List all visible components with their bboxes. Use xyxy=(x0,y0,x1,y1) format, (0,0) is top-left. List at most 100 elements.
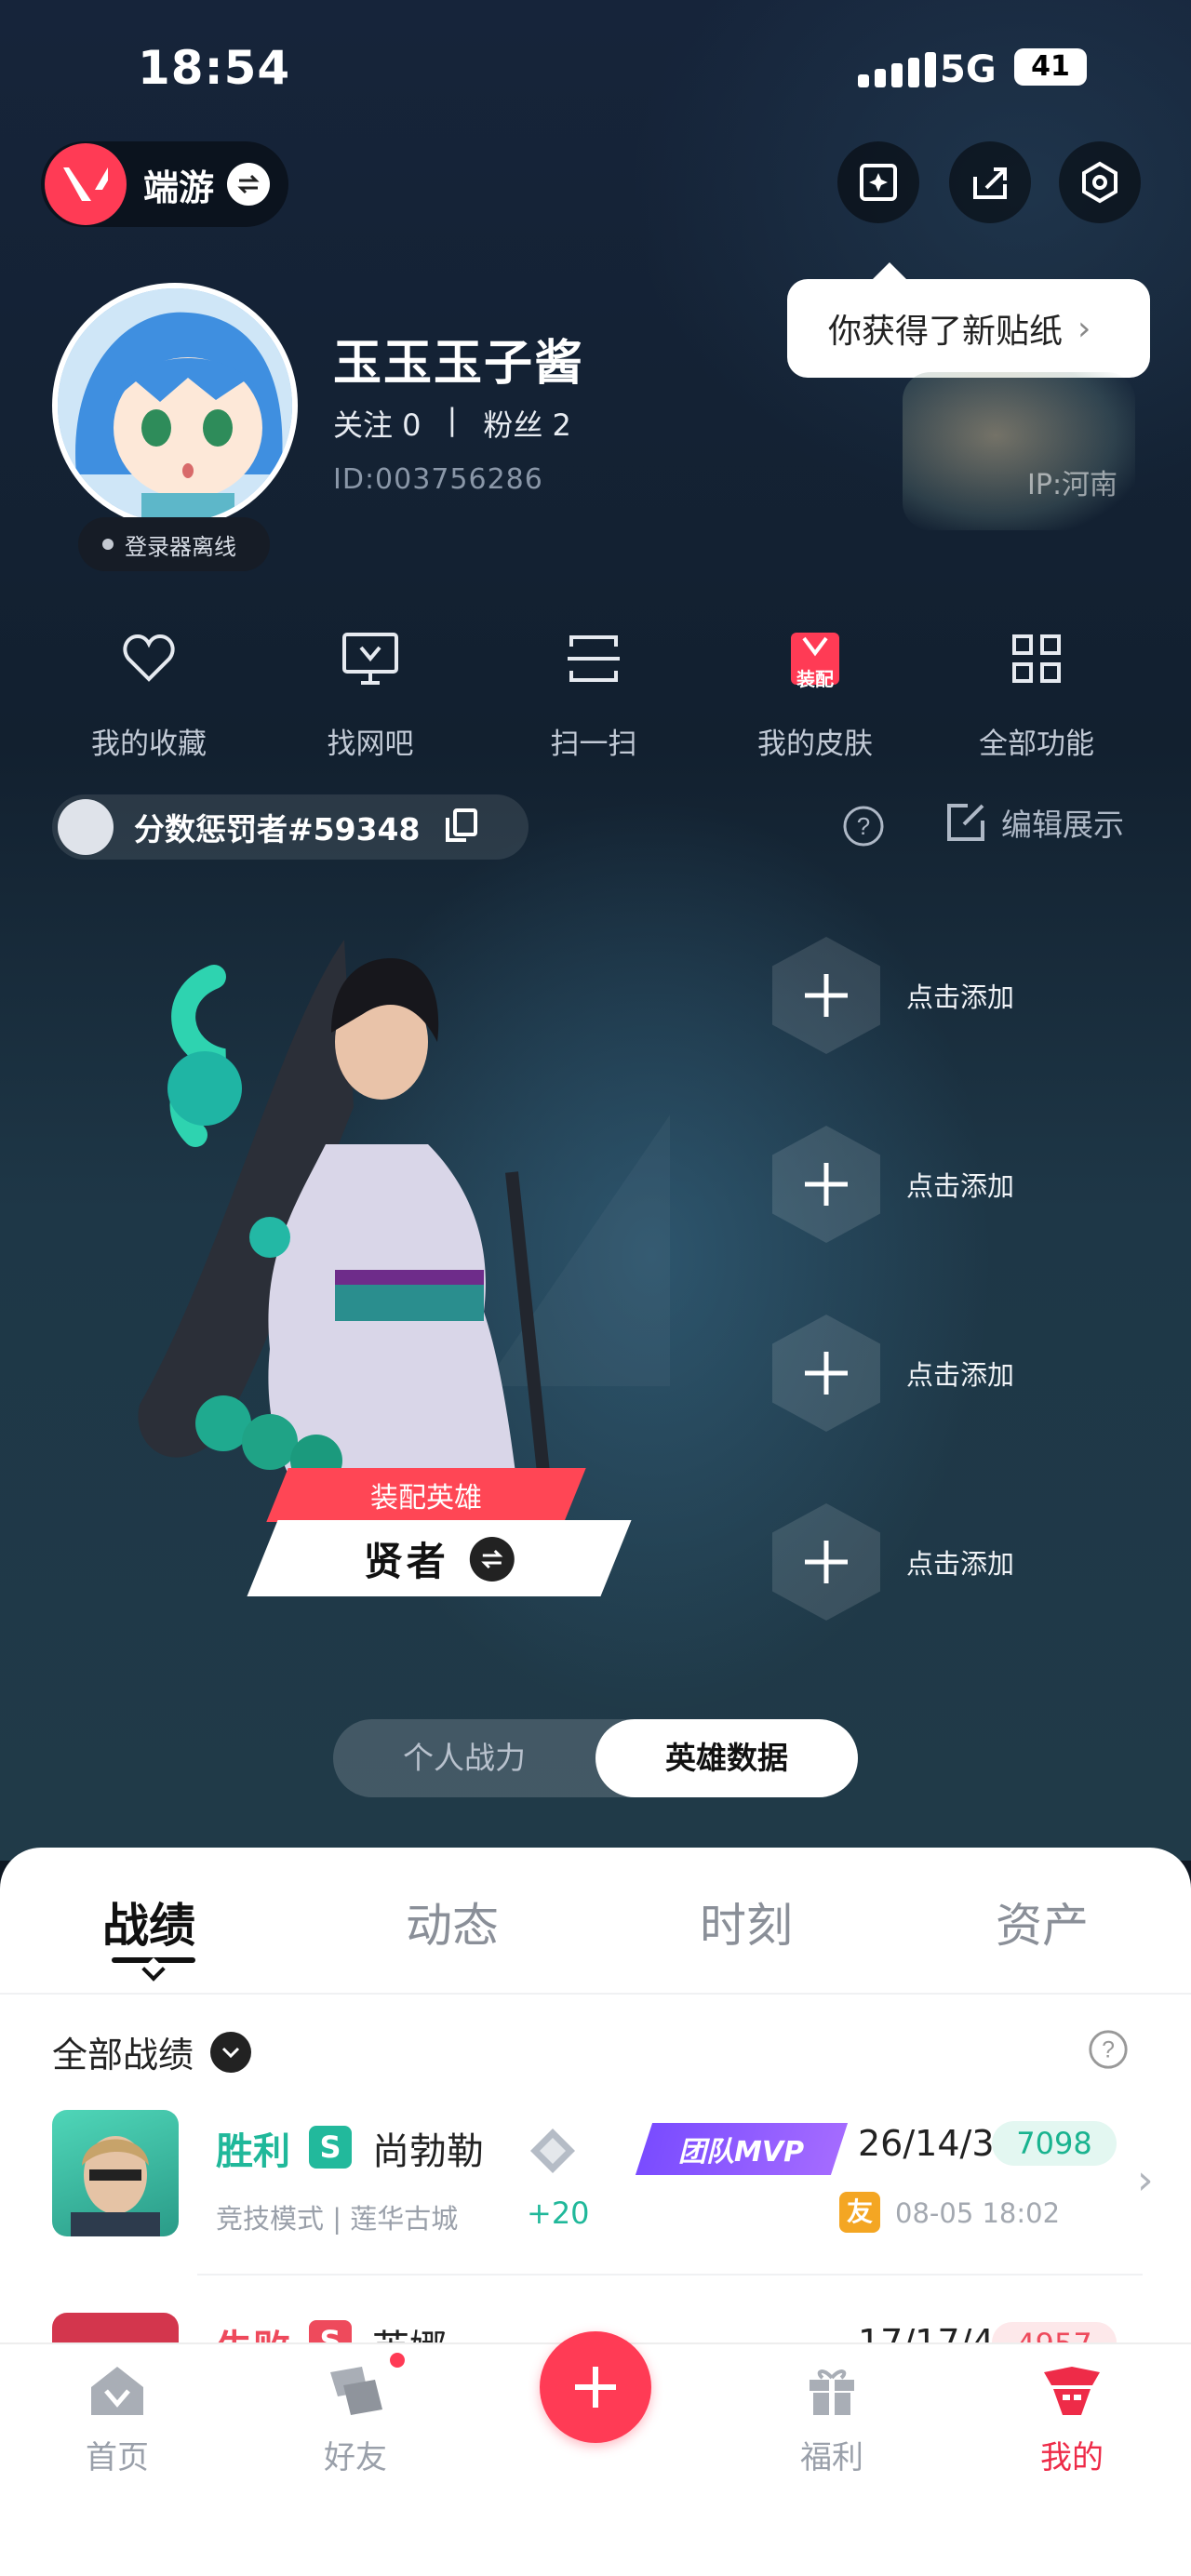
chevron-right-icon[interactable]: › xyxy=(1137,2156,1154,2204)
swap-icon xyxy=(470,1536,515,1581)
tab-highlights[interactable]: 时刻 xyxy=(700,1889,793,1955)
match-result: 失败 xyxy=(216,2318,290,2342)
follow-separator: | xyxy=(447,402,458,437)
equipped-hero-tag: 装配英雄 xyxy=(266,1468,586,1522)
data-view-toggle: 个人战力 英雄数据 xyxy=(333,1719,858,1797)
add-hero-slot-1[interactable]: 点击添加 xyxy=(772,930,1089,1061)
copy-icon[interactable] xyxy=(444,807,479,848)
sticker-icon xyxy=(860,164,897,201)
swap-icon xyxy=(227,163,271,206)
plus-icon xyxy=(772,1503,880,1621)
rank-diamond-icon xyxy=(527,2125,579,2181)
friends-icon xyxy=(330,2367,382,2415)
riot-id-pill[interactable]: 分数惩罚者#59348 xyxy=(52,794,529,860)
edit-icon xyxy=(947,804,984,841)
team-mvp-badge: 团队MVP xyxy=(635,2123,849,2175)
kda: 17/17/4 xyxy=(858,2322,995,2342)
tab-hero-data[interactable]: 英雄数据 xyxy=(596,1719,858,1797)
settings-button[interactable] xyxy=(1059,141,1141,223)
rank-badge: S xyxy=(309,2320,352,2342)
tab-moments[interactable]: 动态 xyxy=(406,1889,499,1955)
heart-icon xyxy=(123,634,175,682)
share-icon xyxy=(973,167,1007,199)
svg-text:?: ? xyxy=(1102,2037,1115,2063)
tooltip-text: 你获得了新贴纸 xyxy=(828,313,1064,351)
username: 玉玉玉子酱 xyxy=(333,336,585,392)
row-divider xyxy=(197,2274,1143,2276)
plus-icon xyxy=(772,937,880,1054)
sticker-button[interactable] xyxy=(837,141,919,223)
add-hero-slot-3[interactable]: 点击添加 xyxy=(772,1308,1089,1438)
game-mode-label: 端游 xyxy=(143,167,215,208)
home-icon xyxy=(91,2367,143,2415)
scan-icon xyxy=(568,635,620,682)
records-filter[interactable]: 全部战绩 xyxy=(52,2026,252,2077)
plus-icon xyxy=(772,1315,880,1432)
nav-benefits[interactable]: 福利 xyxy=(757,2363,906,2477)
edit-display-button[interactable]: 编辑展示 xyxy=(943,800,1124,845)
valorant-logo-icon xyxy=(45,143,127,225)
user-id: ID:003756286 xyxy=(333,463,543,496)
friend-badge: 友 xyxy=(839,2192,880,2233)
avatar[interactable] xyxy=(52,283,298,528)
game-mode-switcher[interactable]: 端游 xyxy=(41,141,288,227)
grid-icon xyxy=(1012,634,1061,683)
signal-icon xyxy=(858,52,936,87)
nav-friends[interactable]: 好友 xyxy=(281,2363,430,2477)
share-button[interactable] xyxy=(949,141,1031,223)
chevron-down-icon xyxy=(210,2031,252,2073)
quick-action-internet-cafe[interactable]: 找网吧 xyxy=(277,621,463,762)
rank-badge: S xyxy=(309,2126,352,2169)
create-post-button[interactable] xyxy=(540,2331,651,2443)
gift-icon xyxy=(810,2369,854,2415)
add-hero-slot-4[interactable]: 点击添加 xyxy=(772,1497,1089,1627)
quick-action-all[interactable]: 全部功能 xyxy=(943,621,1130,762)
quick-action-skins[interactable]: 装配 我的皮肤 xyxy=(722,621,908,762)
help-icon[interactable]: ? xyxy=(841,804,886,852)
agent-name: 芙娜 xyxy=(372,2318,447,2342)
battery-icon: 41 xyxy=(1014,48,1087,86)
nav-me[interactable]: 我的 xyxy=(997,2363,1146,2477)
add-hero-slot-2[interactable]: 点击添加 xyxy=(772,1119,1089,1249)
profile-icon xyxy=(1044,2367,1100,2415)
tab-personal-power[interactable]: 个人战力 xyxy=(333,1719,596,1797)
match-date: 08-05 18:02 xyxy=(895,2197,1061,2229)
followers-count[interactable]: 粉丝 2 xyxy=(483,402,571,445)
combat-score: 7098 xyxy=(992,2121,1117,2166)
tab-records[interactable]: 战绩 xyxy=(102,1889,195,1955)
quick-action-favorites[interactable]: 我的收藏 xyxy=(56,621,242,762)
gear-icon xyxy=(1082,161,1117,204)
profile-sticker[interactable] xyxy=(903,372,1135,530)
kda: 26/14/3 xyxy=(858,2123,995,2164)
notification-dot xyxy=(387,2350,408,2370)
help-icon[interactable]: ? xyxy=(1087,2028,1130,2075)
monitor-icon xyxy=(342,633,398,685)
follow-stats: 关注 0 | 粉丝 2 xyxy=(333,402,571,445)
quick-action-scan[interactable]: 扫一扫 xyxy=(501,621,687,762)
combat-score: 4957 xyxy=(992,2322,1117,2342)
status-dot-icon xyxy=(102,539,114,550)
skin-badge: 装配 xyxy=(796,668,834,690)
match-result: 胜利 xyxy=(216,2130,290,2173)
tab-assets[interactable]: 资产 xyxy=(996,1889,1089,1955)
equipped-hero-selector[interactable]: 贤者 xyxy=(247,1520,632,1596)
divider xyxy=(0,1993,1191,1995)
agent-name: 尚勃勒 xyxy=(372,2130,484,2173)
riot-avatar xyxy=(58,799,114,855)
avatar-illustration xyxy=(58,288,292,523)
plus-icon xyxy=(772,1126,880,1243)
launcher-status-badge: 登录器离线 xyxy=(78,517,270,571)
riot-id: 分数惩罚者#59348 xyxy=(134,811,421,848)
nav-home[interactable]: 首页 xyxy=(43,2363,192,2477)
following-count[interactable]: 关注 0 xyxy=(333,402,422,445)
new-sticker-tooltip[interactable]: 你获得了新贴纸 › xyxy=(787,262,1150,378)
rank-rating-change: +20 xyxy=(527,2196,590,2231)
plus-icon xyxy=(575,2367,616,2408)
chevron-right-icon: › xyxy=(1077,309,1091,348)
hero-name: 贤者 xyxy=(363,1538,449,1584)
svg-text:?: ? xyxy=(857,812,870,840)
match-mode-map: 竞技模式 | 莲华古城 xyxy=(216,2203,459,2235)
network-type: 5G xyxy=(940,48,997,91)
ip-location: IP:河南 xyxy=(1027,469,1118,501)
status-time: 18:54 xyxy=(138,41,291,95)
